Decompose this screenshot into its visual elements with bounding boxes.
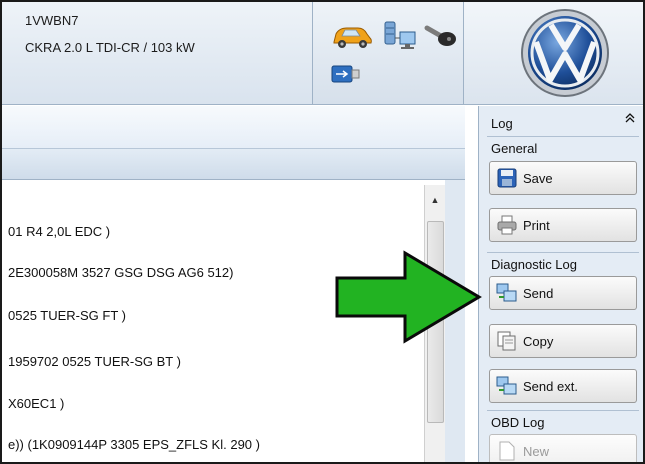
save-button-label: Save [523,170,553,186]
header: 1VWBN7 CKRA 2.0 L TDI-CR / 103 kW [2,2,643,106]
content-row[interactable]: 2E300058M 3527 GSG DSG AG6 512) [8,265,233,280]
new-document-icon [496,440,518,462]
double-chevron-up-icon[interactable] [625,112,635,127]
log-panel-title: Log [491,116,513,131]
new-button[interactable]: New [489,434,637,462]
save-button[interactable]: Save [489,161,637,195]
content-header-band [2,149,465,180]
send-network-icon [496,282,518,304]
usb-connector-icon[interactable] [331,64,361,84]
vw-logo [521,9,609,97]
vehicle-info: 1VWBN7 CKRA 2.0 L TDI-CR / 103 kW [2,2,313,105]
group-label-general: General [491,141,538,156]
floppy-disk-icon [496,167,518,189]
print-button[interactable]: Print [489,208,637,242]
group-label-obd-log: OBD Log [491,415,545,430]
send-button[interactable]: Send [489,276,637,310]
copy-button-label: Copy [523,333,554,349]
toolbar-band [2,106,465,149]
content-row[interactable]: e)) (1K0909144P 3305 EPS_ZFLS Kl. 290 ) [8,437,260,452]
database-network-icon[interactable] [383,20,417,52]
send-button-label: Send [523,285,554,301]
copy-button[interactable]: Copy [489,324,637,358]
divider [487,410,639,411]
app-window: 1VWBN7 CKRA 2.0 L TDI-CR / 103 kW 01 R4 … [0,0,645,464]
divider [487,252,639,253]
new-button-label: New [523,443,550,459]
brand-area [464,2,643,105]
content-row[interactable]: 0525 TUER-SG FT ) [8,308,126,323]
content-row[interactable]: X60EC1 ) [8,396,64,411]
content-row[interactable]: 1959702 0525 TUER-SG BT ) [8,354,181,369]
send-network-icon [496,375,518,397]
connection-status-icons [313,2,464,105]
print-button-label: Print [523,217,550,233]
key-icon[interactable] [423,22,457,48]
callout-arrow [335,250,482,344]
vehicle-id: 1VWBN7 [25,13,79,28]
content-row[interactable]: 01 R4 2,0L EDC ) [8,224,110,239]
group-label-diagnostic-log: Diagnostic Log [491,257,577,272]
copy-icon [496,330,518,352]
log-panel: Log General Save Print Diagnostic Log Se… [478,106,643,462]
scroll-up-arrow-icon[interactable]: ▲ [426,187,444,213]
divider [487,136,639,137]
car-icon[interactable] [331,24,373,50]
send-ext-button[interactable]: Send ext. [489,369,637,403]
printer-icon [496,214,518,236]
vehicle-engine: CKRA 2.0 L TDI-CR / 103 kW [25,40,195,55]
send-ext-button-label: Send ext. [523,378,578,394]
